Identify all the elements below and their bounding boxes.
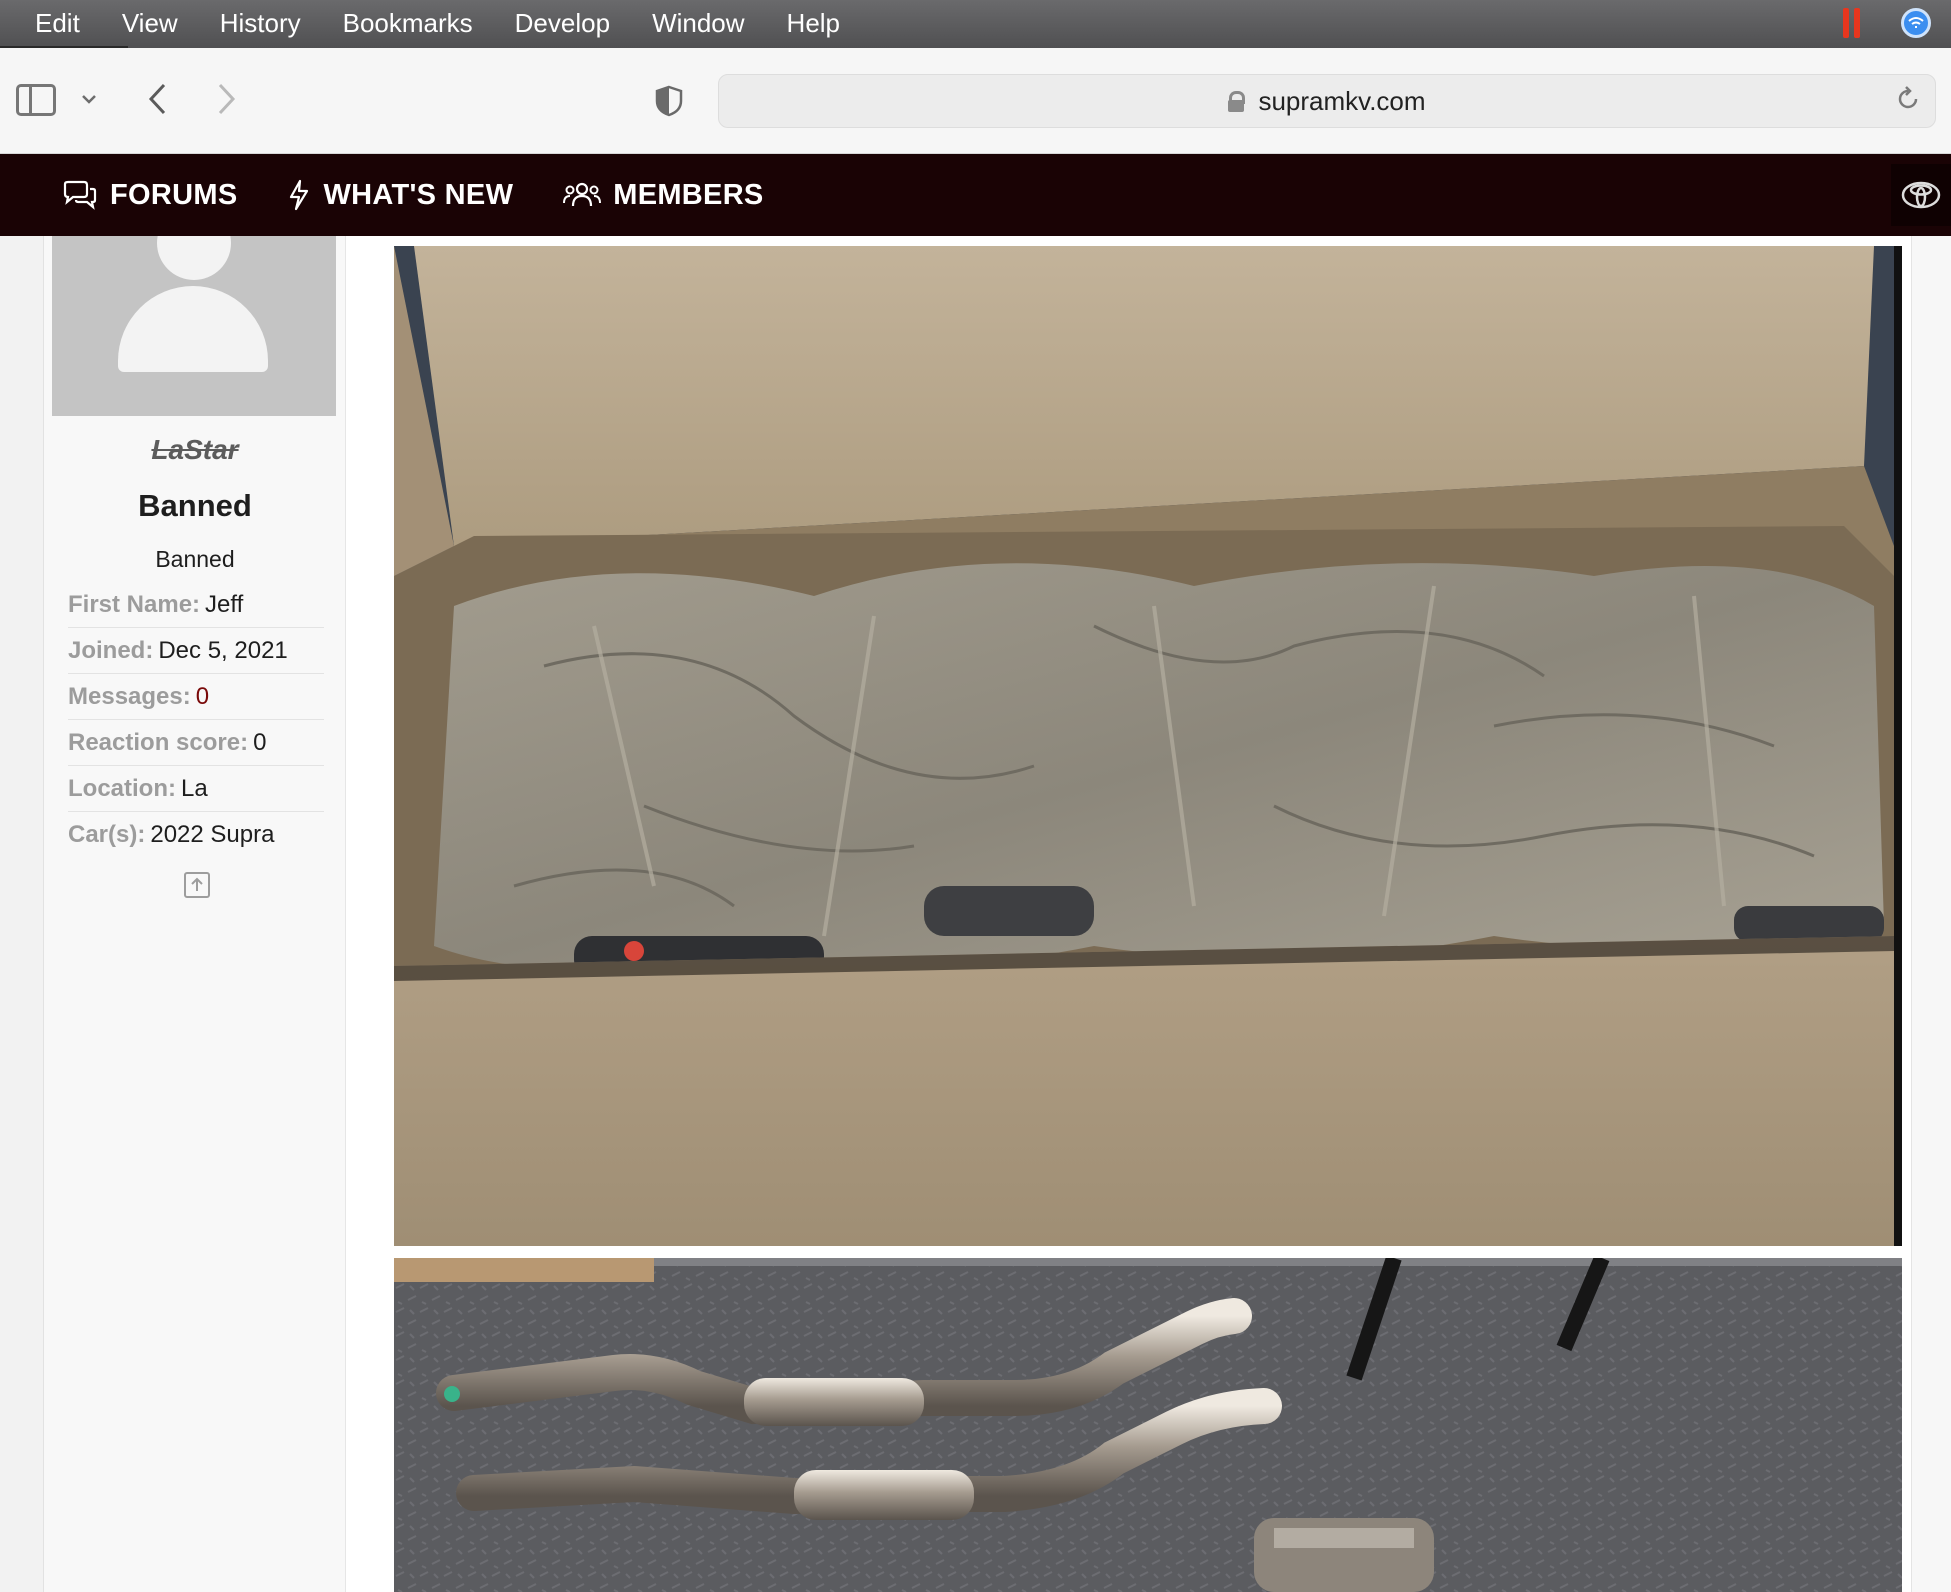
user-info-list: First Name: Jeff Joined: Dec 5, 2021 Mes… [68,582,324,858]
info-key: Messages: [68,682,191,710]
info-row-joined: Joined: Dec 5, 2021 [68,628,324,674]
screen-recording-icon[interactable] [1843,8,1861,38]
info-value: Jeff [205,590,244,618]
url-text: supramkv.com [1258,85,1426,116]
lightning-icon [290,179,309,211]
info-row-cars: Car(s): 2022 Supra [68,812,324,858]
users-icon [563,182,602,207]
chevron-down-icon[interactable] [76,82,102,116]
user-banner: Banned [155,546,235,572]
sidebar-toggle-icon[interactable] [16,84,56,116]
menu-help[interactable]: Help [766,0,861,48]
post-image-exhaust[interactable] [394,1258,1902,1592]
menu-edit[interactable]: Edit [0,0,101,48]
info-value: 0 [253,728,267,756]
menu-bookmarks[interactable]: Bookmarks [322,0,494,48]
nav-members-label: MEMBERS [613,178,764,211]
info-value[interactable]: 0 [196,683,209,711]
address-bar[interactable]: supramkv.com [718,74,1936,128]
menu-bar: Edit View History Bookmarks Develop Wind… [0,0,1951,48]
post-image-box[interactable] [394,246,1902,1246]
info-key: Car(s): [68,821,146,848]
nav-whats-new-label: WHAT'S NEW [323,178,514,211]
info-value: Dec 5, 2021 [158,636,288,664]
browser-toolbar: supramkv.com [0,48,1951,154]
menu-history[interactable]: History [199,0,322,48]
thread-content: LaStar Banned Banned First Name: Jeff Jo… [0,236,1951,1592]
right-gutter [1911,236,1951,1592]
info-key: Joined: [68,636,154,664]
avatar[interactable] [52,236,336,416]
post-user-info: LaStar Banned Banned First Name: Jeff Jo… [44,236,346,1592]
share-icon[interactable] [184,872,210,898]
user-title: Banned [138,488,252,523]
info-row-messages: Messages: 0 [68,674,324,720]
menu-develop[interactable]: Develop [494,0,631,48]
toyota-logo-icon[interactable] [1891,164,1951,226]
menu-view[interactable]: View [101,0,199,48]
info-key: Reaction score: [68,728,249,756]
info-value[interactable]: La [181,775,208,803]
lock-icon [1228,91,1246,112]
nav-members[interactable]: MEMBERS [563,179,763,212]
info-row-reaction-score: Reaction score: 0 [68,720,324,766]
privacy-shield-icon[interactable] [654,84,684,118]
site-navigation: FORUMS WHAT'S NEW MEMBERS [0,154,1951,236]
info-row-first-name: First Name: Jeff [68,582,324,628]
username[interactable]: LaStar [44,434,346,466]
nav-forums[interactable]: FORUMS [62,179,237,212]
forward-button[interactable] [210,78,244,120]
left-gutter [0,236,44,1592]
menu-window[interactable]: Window [631,0,765,48]
info-value: 2022 Supra [150,821,275,848]
status-area [1843,8,1931,38]
nav-whats-new[interactable]: WHAT'S NEW [287,179,513,212]
info-row-location: Location: La [68,766,324,812]
vpn-status-icon[interactable] [1901,8,1931,38]
reload-icon[interactable] [1893,85,1923,115]
info-key: First Name: [68,590,201,618]
nav-forums-label: FORUMS [110,178,238,211]
chat-bubbles-icon [63,180,97,210]
back-button[interactable] [140,78,174,120]
info-key: Location: [68,774,176,802]
